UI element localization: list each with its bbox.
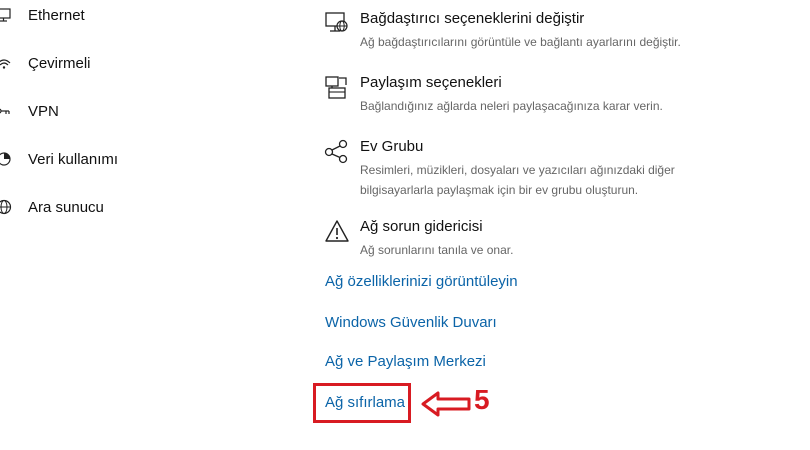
sharing-icon bbox=[324, 74, 350, 100]
link-windows-firewall[interactable]: Windows Güvenlik Duvarı bbox=[325, 314, 497, 331]
sidebar-item-label: Ara sunucu bbox=[28, 198, 104, 216]
annotation-highlight-box bbox=[313, 383, 411, 423]
option-description: Ağ sorunlarını tanıla ve onar. bbox=[360, 243, 514, 257]
sidebar-item-ethernet[interactable]: Ethernet bbox=[0, 3, 85, 27]
dialup-icon bbox=[0, 55, 12, 71]
option-title: Paylaşım seçenekleri bbox=[360, 74, 502, 91]
link-network-sharing-center[interactable]: Ağ ve Paylaşım Merkezi bbox=[325, 353, 486, 370]
sidebar-item-label: VPN bbox=[28, 102, 59, 120]
option-description: Ağ bağdaştırıcılarını görüntüle ve bağla… bbox=[360, 35, 681, 49]
option-title: Ağ sorun gidericisi bbox=[360, 218, 483, 235]
sidebar-item-label: Ethernet bbox=[28, 6, 85, 24]
vpn-icon bbox=[0, 103, 12, 119]
option-title: Ev Grubu bbox=[360, 138, 424, 155]
annotation-step-number: 5 bbox=[474, 384, 490, 415]
globe-icon bbox=[0, 199, 12, 215]
option-description: Resimleri, müzikleri, dosyaları ve yazıc… bbox=[360, 163, 675, 197]
option-title: Bağdaştırıcı seçeneklerini değiştir bbox=[360, 10, 585, 27]
data-usage-icon bbox=[0, 151, 12, 167]
monitor-icon bbox=[0, 7, 12, 23]
warning-icon bbox=[324, 218, 350, 244]
sidebar-item-proxy[interactable]: Ara sunucu bbox=[0, 195, 104, 219]
option-description: Bağlandığınız ağlarda neleri paylaşacağı… bbox=[360, 99, 663, 113]
sidebar-item-dialup[interactable]: Çevirmeli bbox=[0, 51, 91, 75]
sidebar-item-label: Çevirmeli bbox=[28, 54, 91, 72]
annotation-arrow-icon bbox=[420, 390, 472, 418]
homegroup-icon bbox=[324, 138, 350, 164]
sidebar-item-label: Veri kullanımı bbox=[28, 150, 119, 168]
adapter-icon bbox=[324, 10, 350, 36]
sidebar-item-data-usage[interactable]: Veri kullanımı bbox=[0, 147, 118, 171]
sidebar-item-vpn[interactable]: VPN bbox=[0, 99, 59, 123]
link-network-properties[interactable]: Ağ özelliklerinizi görüntüleyin bbox=[325, 273, 518, 290]
